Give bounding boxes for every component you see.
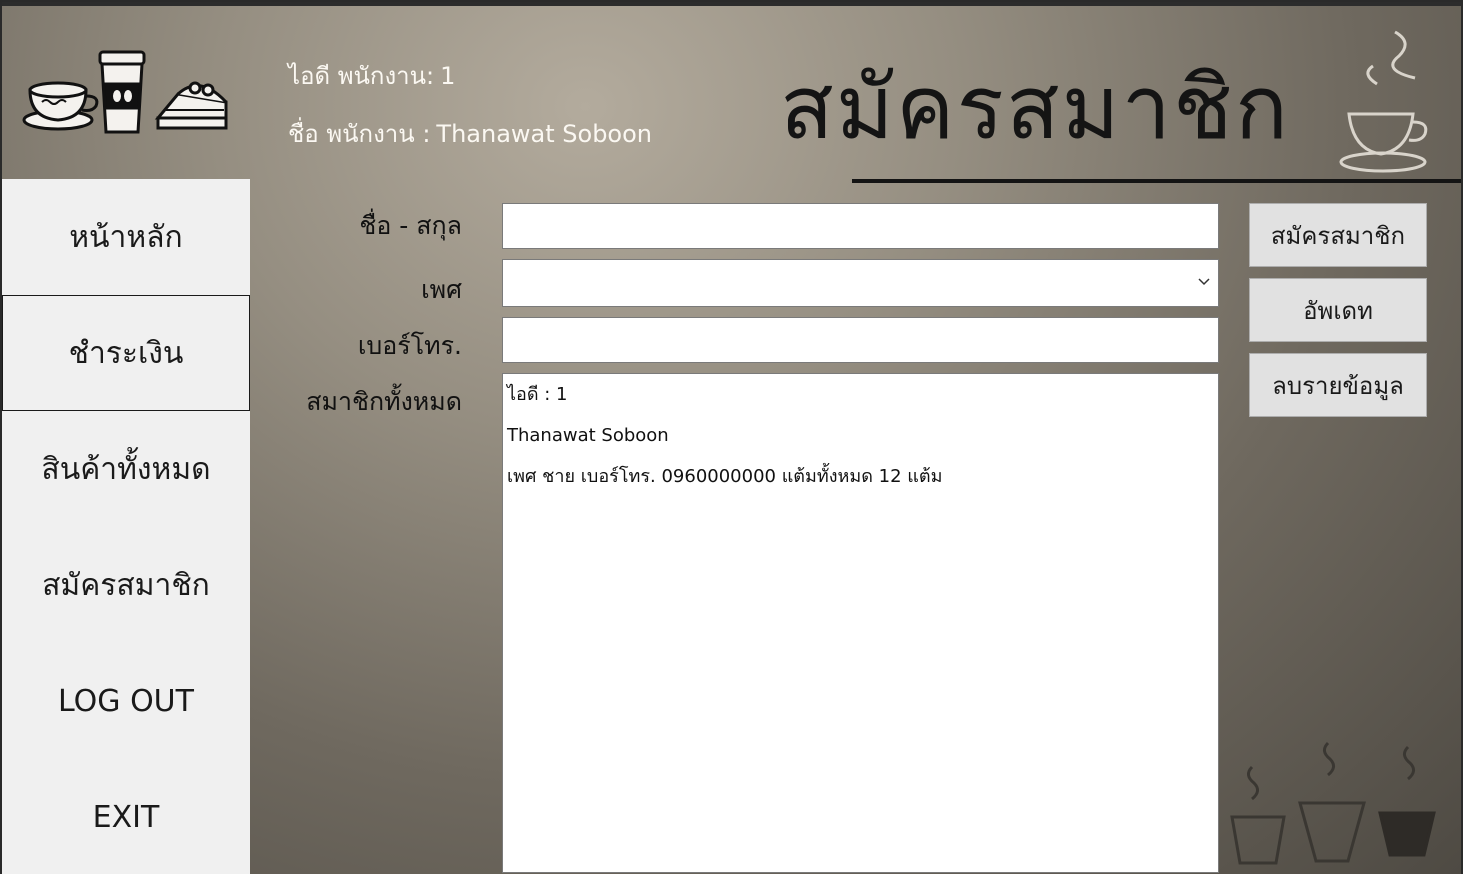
fullname-label: ชื่อ - สกุล bbox=[359, 211, 462, 240]
members-list[interactable]: ไอดี : 1 Thanawat Soboon เพศ ชาย เบอร์โท… bbox=[502, 373, 1219, 873]
sidebar: หน้าหลัก ชำระเงิน สินค้าทั้งหมด สมัครสมา… bbox=[2, 179, 250, 874]
update-button[interactable]: อัพเดท bbox=[1249, 278, 1427, 342]
employee-name-label: ชื่อ พนักงาน : bbox=[288, 120, 431, 148]
employee-id-value: 1 bbox=[440, 62, 456, 90]
chevron-down-icon[interactable] bbox=[1196, 273, 1212, 289]
takeaway-cup-icon bbox=[98, 50, 146, 134]
cake-slice-icon bbox=[154, 81, 228, 130]
sidebar-item-home[interactable]: หน้าหลัก bbox=[2, 179, 250, 295]
employee-name-value: Thanawat Soboon bbox=[436, 120, 653, 148]
employee-id-label: ไอดี พนักงาน: bbox=[288, 62, 435, 90]
gender-label: เพศ bbox=[421, 275, 462, 304]
members-label: สมาชิกทั้งหมด bbox=[306, 387, 462, 416]
member-details-line: เพศ ชาย เบอร์โทร. 0960000000 แต้มทั้งหมด… bbox=[507, 466, 943, 487]
cafe-logo-icons bbox=[22, 50, 228, 134]
gender-select[interactable] bbox=[502, 259, 1219, 307]
page-title: สมัครสมาชิก bbox=[780, 56, 1290, 159]
employee-name: ชื่อ พนักงาน : Thanawat Soboon bbox=[288, 114, 652, 153]
title-underline bbox=[852, 179, 1461, 183]
member-name-line: Thanawat Soboon bbox=[507, 425, 669, 446]
app-window: ไอดี พนักงาน: 1 ชื่อ พนักงาน : Thanawat So… bbox=[2, 2, 1461, 874]
member-id-line: ไอดี : 1 bbox=[507, 384, 568, 405]
sidebar-item-payment[interactable]: ชำระเงิน bbox=[2, 295, 250, 411]
sidebar-item-all-products[interactable]: สินค้าทั้งหมด bbox=[2, 411, 250, 527]
sidebar-item-logout[interactable]: LOG OUT bbox=[2, 643, 250, 759]
header: ไอดี พนักงาน: 1 ชื่อ พนักงาน : Thanawat So… bbox=[2, 2, 1461, 180]
sidebar-item-exit[interactable]: EXIT bbox=[2, 759, 250, 874]
phone-label: เบอร์โทร. bbox=[357, 331, 462, 360]
sidebar-item-register-member[interactable]: สมัครสมาชิก bbox=[2, 527, 250, 643]
delete-button[interactable]: ลบรายข้อมูล bbox=[1249, 353, 1427, 417]
steaming-cup-icon bbox=[1339, 30, 1428, 173]
fullname-input[interactable] bbox=[502, 203, 1219, 249]
phone-input[interactable] bbox=[502, 317, 1219, 363]
steaming-cups-icon bbox=[1230, 741, 1436, 865]
employee-id: ไอดี พนักงาน: 1 bbox=[288, 56, 455, 95]
register-button[interactable]: สมัครสมาชิก bbox=[1249, 203, 1427, 267]
coffee-cup-saucer-icon bbox=[22, 81, 99, 131]
